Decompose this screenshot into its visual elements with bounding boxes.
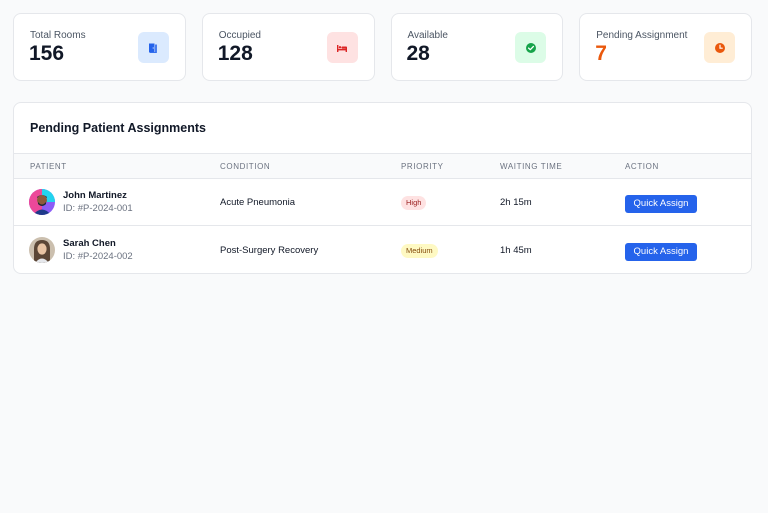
priority-badge: Medium	[401, 244, 438, 258]
table-header: Patient Condition Priority Waiting Time …	[14, 153, 751, 179]
column-header-patient: Patient	[30, 162, 67, 171]
patient-id: ID: #P-2024-001	[63, 203, 133, 214]
stats-row: Total Rooms 156 Occupied 128 Available 2…	[13, 13, 752, 81]
stat-card-pending-assignment: Pending Assignment 7	[579, 13, 752, 81]
waiting-time-cell: 2h 15m	[500, 197, 532, 208]
stat-card-occupied: Occupied 128	[201, 13, 375, 81]
condition-cell: Acute Pneumonia	[220, 197, 295, 208]
column-header-waiting-time: Waiting Time	[500, 162, 563, 171]
patient-name: Sarah Chen	[63, 238, 116, 249]
patient-name: John Martinez	[63, 190, 127, 201]
patient-id: ID: #P-2024-002	[63, 251, 133, 262]
avatar	[29, 189, 55, 215]
door-icon	[137, 32, 169, 63]
stat-label: Total Rooms	[30, 30, 86, 41]
stat-card-total-rooms: Total Rooms 156	[13, 13, 186, 81]
quick-assign-button[interactable]: Quick Assign	[625, 243, 697, 261]
stat-value: 128	[217, 42, 253, 65]
avatar	[29, 237, 55, 263]
column-header-priority: Priority	[401, 162, 444, 171]
waiting-time-cell: 1h 45m	[500, 245, 532, 256]
priority-badge: High	[401, 196, 427, 210]
clock-icon	[704, 32, 735, 63]
stat-label: Occupied	[218, 30, 261, 41]
stat-value: 156	[29, 42, 65, 65]
quick-assign-button[interactable]: Quick Assign	[625, 195, 697, 213]
condition-cell: Post-Surgery Recovery	[220, 245, 319, 256]
table-row: John Martinez ID: #P-2024-001 Acute Pneu…	[14, 179, 751, 226]
stat-value: 7	[595, 42, 607, 65]
stat-value: 28	[406, 42, 430, 65]
bed-icon	[326, 32, 358, 63]
table-row: Sarah Chen ID: #P-2024-002 Post-Surgery …	[14, 227, 751, 273]
column-header-action: Action	[625, 162, 659, 171]
pending-assignments-panel: Pending Patient Assignments Patient Cond…	[13, 102, 752, 274]
stat-label: Pending Assignment	[596, 30, 688, 41]
check-circle-icon	[515, 32, 547, 63]
stat-label: Available	[407, 30, 448, 41]
stat-card-available: Available 28	[390, 13, 564, 81]
panel-title: Pending Patient Assignments	[30, 121, 206, 135]
column-header-condition: Condition	[220, 162, 271, 171]
